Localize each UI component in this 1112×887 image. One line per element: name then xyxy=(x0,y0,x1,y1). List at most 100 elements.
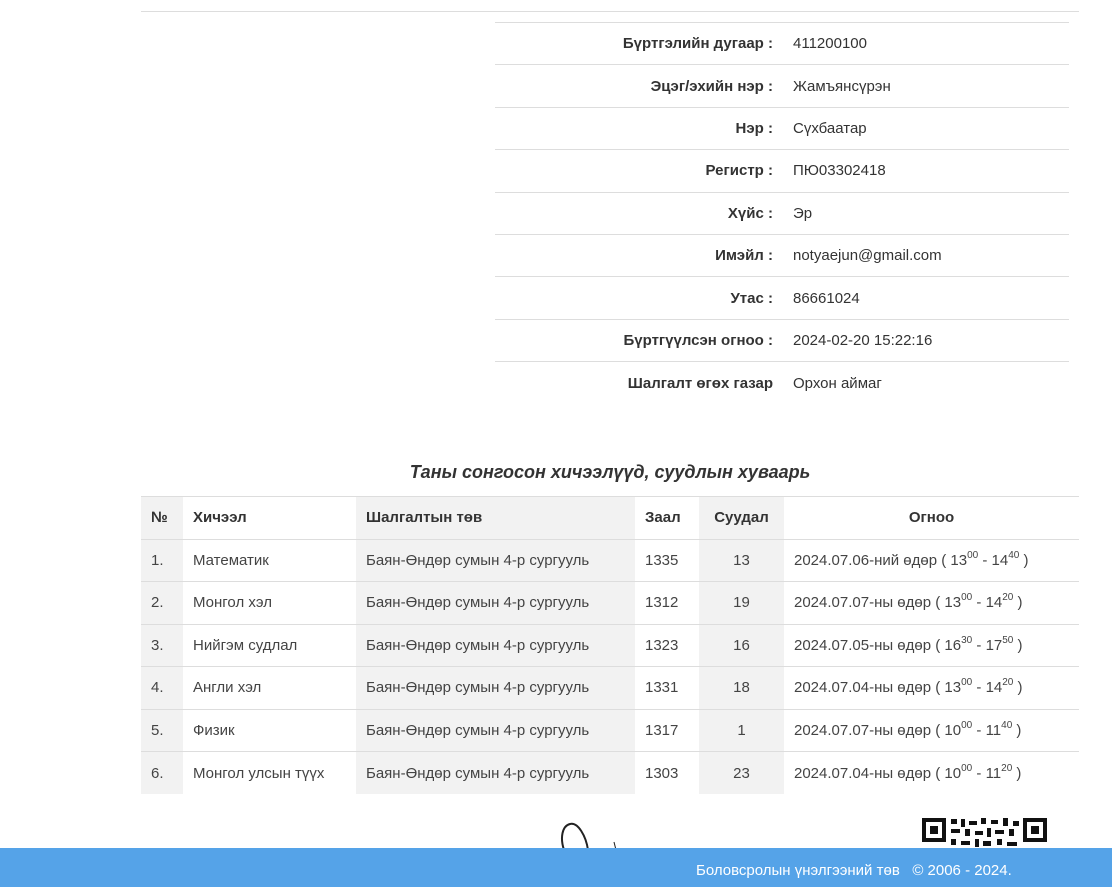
profile-label: Бүртгүүлсэн огноо : xyxy=(623,331,773,349)
date-text: 2024.07.04-ны өдөр ( 13 xyxy=(794,679,962,697)
col-header-room: Заал xyxy=(645,509,681,527)
footer-org: Боловсролын үнэлгээний төв xyxy=(696,862,900,879)
cell-subject: Физик xyxy=(193,721,235,739)
end-minutes: 40 xyxy=(1001,719,1013,731)
col-header-seat: Суудал xyxy=(699,496,784,539)
end-minutes: 20 xyxy=(1001,762,1013,774)
profile-value: Орхон аймаг xyxy=(793,374,882,392)
cell-center: Баян-Өндөр сумын 4-р сургууль xyxy=(356,581,635,624)
cell-room: 1323 xyxy=(645,636,679,654)
cell-subject: Англи хэл xyxy=(193,679,262,697)
col-header-subject: Хичээл xyxy=(193,509,247,527)
profile-label: Эцэг/эхийн нэр : xyxy=(650,77,773,95)
start-minutes: 00 xyxy=(961,677,973,689)
cell-seat: 18 xyxy=(699,666,784,709)
profile-row: Регистр : ПЮ03302418 xyxy=(495,149,1069,192)
cell-center: Баян-Өндөр сумын 4-р сургууль xyxy=(356,666,635,709)
profile-value: 411200100 xyxy=(793,35,867,53)
start-minutes: 00 xyxy=(967,549,979,561)
cell-seat: 16 xyxy=(699,624,784,667)
date-text: 2024.07.04-ны өдөр ( 10 xyxy=(794,764,962,782)
page: Бүртгэлийн дугаар : 411200100 Эцэг/эхийн н… xyxy=(0,0,1112,887)
top-divider xyxy=(141,11,1079,12)
schedule-row: 1. Математик Баян-Өндөр сумын 4-р сургууль… xyxy=(141,539,1079,582)
profile-table: Бүртгэлийн дугаар : 411200100 Эцэг/эхийн н… xyxy=(495,22,1069,404)
start-minutes: 00 xyxy=(961,762,973,774)
date-text: 2024.07.07-ны өдөр ( 13 xyxy=(794,594,962,612)
schedule-row: 3. Нийгэм судлал Баян-Өндөр сумын 4-р сург… xyxy=(141,624,1079,667)
date-close: ) xyxy=(1013,594,1023,612)
cell-center: Баян-Өндөр сумын 4-р сургууль xyxy=(356,539,635,582)
end-hour: - 14 xyxy=(972,679,1003,697)
cell-date: 2024.07.06-ний өдөр ( 1300 - 1440 ) xyxy=(784,539,1079,582)
schedule-header-row: № Хичээл Шалгалтын төв Заал Суудал Огноо xyxy=(141,496,1079,539)
cell-no: 4. xyxy=(141,666,183,709)
footer-copyright: © 2006 - 2024. xyxy=(912,862,1012,879)
cell-subject: Монгол улсын түүх xyxy=(193,764,325,782)
cell-date: 2024.07.07-ны өдөр ( 1300 - 1420 ) xyxy=(784,582,1079,625)
profile-row: Нэр : Сүхбаатар xyxy=(495,107,1069,149)
cell-date: 2024.07.05-ны өдөр ( 1630 - 1750 ) xyxy=(784,624,1079,667)
profile-row: Хүйс : Эр xyxy=(495,192,1069,234)
schedule-row: 5. Физик Баян-Өндөр сумын 4-р сургууль 1317… xyxy=(141,709,1079,752)
end-hour: - 17 xyxy=(972,636,1003,654)
start-minutes: 00 xyxy=(961,719,973,731)
col-header-center: Шалгалтын төв xyxy=(356,496,635,539)
cell-subject: Математик xyxy=(193,551,269,569)
end-hour: - 14 xyxy=(972,594,1003,612)
profile-label: Имэйл : xyxy=(715,247,773,265)
profile-value: Сүхбаатар xyxy=(793,119,867,137)
cell-room: 1331 xyxy=(645,679,679,697)
schedule-row: 2. Монгол хэл Баян-Өндөр сумын 4-р сургуул… xyxy=(141,581,1079,625)
qr-code-image xyxy=(921,817,1048,848)
cell-center: Баян-Өндөр сумын 4-р сургууль xyxy=(356,709,635,752)
profile-value: ПЮ03302418 xyxy=(793,162,886,180)
profile-label: Шалгалт өгөх газар xyxy=(627,374,773,392)
cell-room: 1317 xyxy=(645,721,679,739)
cell-no: 1. xyxy=(141,539,183,582)
profile-row: Эцэг/эхийн нэр : Жамъянсүрэн xyxy=(495,64,1069,107)
profile-value: Эр xyxy=(793,204,813,222)
profile-row: Имэйл : notyaejun@gmail.com xyxy=(495,234,1069,276)
date-text: 2024.07.05-ны өдөр ( 16 xyxy=(794,636,962,654)
profile-label: Нэр : xyxy=(735,119,773,137)
date-text: 2024.07.07-ны өдөр ( 10 xyxy=(794,721,962,739)
schedule-row: 4. Англи хэл Баян-Өндөр сумын 4-р сургууль… xyxy=(141,666,1079,710)
date-text: 2024.07.06-ний өдөр ( 13 xyxy=(794,551,968,569)
cell-seat: 23 xyxy=(699,751,784,794)
profile-label: Хүйс : xyxy=(727,204,773,222)
end-hour: - 11 xyxy=(972,764,1002,782)
profile-label: Утас : xyxy=(730,289,773,307)
cell-room: 1312 xyxy=(645,594,679,612)
footer: Боловсролын үнэлгээний төв © 2006 - 2024… xyxy=(0,848,1112,887)
date-close: ) xyxy=(1013,636,1023,654)
schedule-table: № Хичээл Шалгалтын төв Заал Суудал Огноо… xyxy=(141,496,1079,794)
start-minutes: 30 xyxy=(961,634,973,646)
cell-no: 2. xyxy=(141,581,183,624)
end-minutes: 40 xyxy=(1008,549,1020,561)
end-minutes: 20 xyxy=(1002,592,1014,604)
schedule-title: Таны сонгосон хичээлүүд, суудлын хуваарь xyxy=(409,462,811,482)
profile-value: 86661024 xyxy=(793,289,860,307)
date-close: ) xyxy=(1012,721,1022,739)
cell-room: 1335 xyxy=(645,551,679,569)
footer-text: Боловсролын үнэлгээний төв © 2006 - 2024… xyxy=(696,862,1012,879)
cell-no: 5. xyxy=(141,709,183,752)
date-close: ) xyxy=(1013,679,1023,697)
profile-value: 2024-02-20 15:22:16 xyxy=(793,331,933,349)
profile-row: Бүртгүүлсэн огноо : 2024-02-20 15:22:16 xyxy=(495,319,1069,361)
cell-date: 2024.07.04-ны өдөр ( 1300 - 1420 ) xyxy=(784,667,1079,710)
signature-image xyxy=(561,822,617,850)
cell-room: 1303 xyxy=(645,764,679,782)
profile-value: Жамъянсүрэн xyxy=(793,77,891,95)
end-hour: - 11 xyxy=(972,721,1002,739)
profile-row: Утас : 86661024 xyxy=(495,276,1069,319)
start-minutes: 00 xyxy=(961,592,973,604)
cell-date: 2024.07.07-ны өдөр ( 1000 - 1140 ) xyxy=(784,709,1079,752)
cell-seat: 1 xyxy=(699,709,784,752)
profile-row: Бүртгэлийн дугаар : 411200100 xyxy=(495,22,1069,65)
end-minutes: 50 xyxy=(1002,634,1014,646)
profile-label: Бүртгэлийн дугаар : xyxy=(622,35,773,53)
cell-date: 2024.07.04-ны өдөр ( 1000 - 1120 ) xyxy=(784,752,1079,795)
cell-seat: 13 xyxy=(699,539,784,582)
